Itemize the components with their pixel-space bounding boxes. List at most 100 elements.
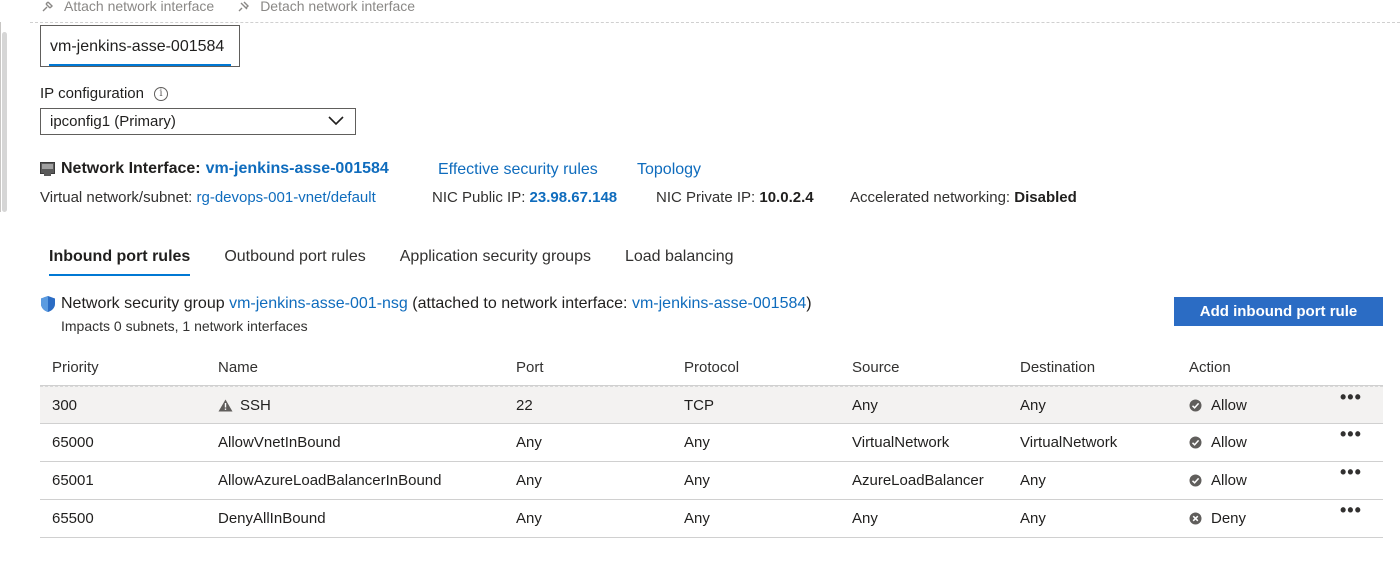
- toolbar-divider: [30, 22, 1400, 23]
- tab-load-balancing[interactable]: Load balancing: [616, 248, 743, 276]
- source-cell: AzureLoadBalancer: [852, 472, 984, 489]
- nic-private-ip: NIC Private IP: 10.0.2.4: [656, 189, 814, 206]
- priority-cell: 65000: [52, 434, 94, 451]
- priority-cell: 65500: [52, 510, 94, 527]
- action-cell: Allow: [1189, 424, 1247, 461]
- toolbar: Attach network interface Detach network …: [40, 0, 415, 18]
- action-cell: Allow: [1189, 387, 1247, 423]
- virtual-network-subnet: Virtual network/subnet: rg-devops-001-vn…: [40, 189, 376, 206]
- network-interface-label: Network Interface:: [61, 160, 201, 177]
- table-header-row: Priority Name Port Protocol Source Desti…: [40, 349, 1383, 386]
- rule-name: SSH: [240, 396, 271, 414]
- inbound-rules-table: Priority Name Port Protocol Source Desti…: [40, 349, 1383, 538]
- plug-icon: [42, 1, 53, 12]
- left-scrollbar[interactable]: [0, 22, 7, 212]
- action-value: Allow: [1211, 396, 1247, 414]
- name-cell: DenyAllInBound: [218, 510, 326, 527]
- info-icon[interactable]: i: [153, 86, 168, 101]
- nsg-attached-nic-link[interactable]: vm-jenkins-asse-001584: [632, 295, 806, 313]
- network-interface-name-link[interactable]: vm-jenkins-asse-001584: [206, 160, 389, 178]
- source-cell: Any: [852, 396, 878, 414]
- column-header-source[interactable]: Source: [852, 349, 900, 385]
- accelerated-networking-label: Accelerated networking:: [850, 189, 1011, 206]
- chevron-down-icon: [328, 116, 344, 126]
- action-value: Deny: [1211, 510, 1247, 527]
- add-inbound-port-rule-button[interactable]: Add inbound port rule: [1174, 297, 1383, 326]
- more-options-button[interactable]: •••: [1340, 379, 1362, 415]
- attach-network-interface-button[interactable]: Attach network interface: [40, 0, 214, 14]
- nsg-attached-text: (attached to network interface:: [412, 295, 628, 312]
- public-ip-link[interactable]: 23.98.67.148: [530, 189, 618, 206]
- detach-label: Detach network interface: [260, 0, 416, 14]
- selector-underline: [49, 64, 231, 66]
- action-value: Allow: [1211, 434, 1247, 451]
- nsg-prefix: Network security group: [61, 295, 225, 312]
- table-row[interactable]: 65001 AllowAzureLoadBalancerInBound Any …: [40, 462, 1383, 500]
- name-cell: AllowAzureLoadBalancerInBound: [218, 472, 442, 489]
- detach-network-interface-button[interactable]: Detach network interface: [236, 0, 415, 14]
- destination-cell: Any: [1020, 472, 1046, 489]
- column-header-port[interactable]: Port: [516, 349, 544, 385]
- more-options-button[interactable]: •••: [1340, 416, 1362, 453]
- unplug-icon: [238, 1, 250, 12]
- network-interface-header: Network Interface: vm-jenkins-asse-00158…: [40, 160, 389, 178]
- check-circle-icon: [1189, 474, 1202, 487]
- tab-inbound-port-rules[interactable]: Inbound port rules: [40, 248, 199, 276]
- destination-cell: VirtualNetwork: [1020, 434, 1118, 451]
- scrollbar-thumb[interactable]: [2, 32, 7, 212]
- private-ip-label: NIC Private IP:: [656, 189, 756, 206]
- name-cell: AllowVnetInBound: [218, 434, 341, 451]
- shield-icon: [41, 296, 55, 312]
- destination-cell: Any: [1020, 510, 1046, 527]
- action-cell: Deny: [1189, 500, 1246, 537]
- network-security-group-line: Network security group vm-jenkins-asse-0…: [40, 295, 812, 313]
- tab-outbound-port-rules[interactable]: Outbound port rules: [215, 248, 374, 276]
- vnet-label: Virtual network/subnet:: [40, 189, 193, 206]
- table-row[interactable]: 65500 DenyAllInBound Any Any Any Any Den…: [40, 500, 1383, 538]
- private-ip-value: 10.0.2.4: [759, 189, 814, 206]
- source-cell: VirtualNetwork: [852, 434, 950, 451]
- more-options-button[interactable]: •••: [1340, 454, 1362, 491]
- more-options-button[interactable]: •••: [1340, 492, 1362, 529]
- network-interface-icon: [40, 162, 55, 176]
- column-header-priority[interactable]: Priority: [52, 349, 99, 385]
- protocol-cell: Any: [684, 510, 710, 527]
- deny-circle-icon: [1189, 512, 1202, 525]
- attach-label: Attach network interface: [64, 0, 215, 14]
- accelerated-networking: Accelerated networking: Disabled: [850, 189, 1077, 206]
- nsg-impacts: Impacts 0 subnets, 1 network interfaces: [61, 318, 308, 334]
- nsg-close-paren: ): [806, 295, 812, 312]
- port-cell: 22: [516, 396, 533, 414]
- port-cell: Any: [516, 434, 542, 451]
- nsg-name-link[interactable]: vm-jenkins-asse-001-nsg: [229, 295, 408, 313]
- column-header-name[interactable]: Name: [218, 349, 258, 385]
- check-circle-icon: [1189, 399, 1202, 411]
- effective-security-rules-link[interactable]: Effective security rules: [438, 161, 598, 179]
- check-circle-icon: [1189, 436, 1202, 449]
- table-row[interactable]: 65000 AllowVnetInBound Any Any VirtualNe…: [40, 424, 1383, 462]
- accelerated-networking-value: Disabled: [1014, 189, 1077, 206]
- public-ip-label: NIC Public IP:: [432, 189, 526, 206]
- network-interface-selector[interactable]: vm-jenkins-asse-001584: [40, 25, 240, 67]
- table-row[interactable]: 300 SSH 22 TCP Any Any Allow •••: [40, 386, 1383, 424]
- warning-icon: [218, 399, 233, 411]
- vnet-link[interactable]: rg-devops-001-vnet/default: [196, 189, 375, 206]
- port-rules-tabs: Inbound port rules Outbound port rules A…: [40, 248, 759, 276]
- column-header-protocol[interactable]: Protocol: [684, 349, 739, 385]
- column-header-action[interactable]: Action: [1189, 349, 1231, 385]
- network-interface-selector-value: vm-jenkins-asse-001584: [50, 38, 225, 55]
- port-cell: Any: [516, 472, 542, 489]
- column-header-destination[interactable]: Destination: [1020, 349, 1095, 385]
- ip-configuration-value: ipconfig1 (Primary): [50, 113, 176, 130]
- action-value: Allow: [1211, 472, 1247, 489]
- nic-public-ip: NIC Public IP: 23.98.67.148: [432, 189, 617, 206]
- priority-cell: 65001: [52, 472, 94, 489]
- topology-link[interactable]: Topology: [637, 161, 701, 179]
- protocol-cell: Any: [684, 472, 710, 489]
- name-cell: SSH: [218, 387, 271, 423]
- destination-cell: Any: [1020, 396, 1046, 414]
- tab-application-security-groups[interactable]: Application security groups: [391, 248, 600, 276]
- protocol-cell: Any: [684, 434, 710, 451]
- ip-configuration-dropdown[interactable]: ipconfig1 (Primary): [40, 108, 356, 135]
- ip-configuration-label: IP configuration i: [40, 85, 168, 102]
